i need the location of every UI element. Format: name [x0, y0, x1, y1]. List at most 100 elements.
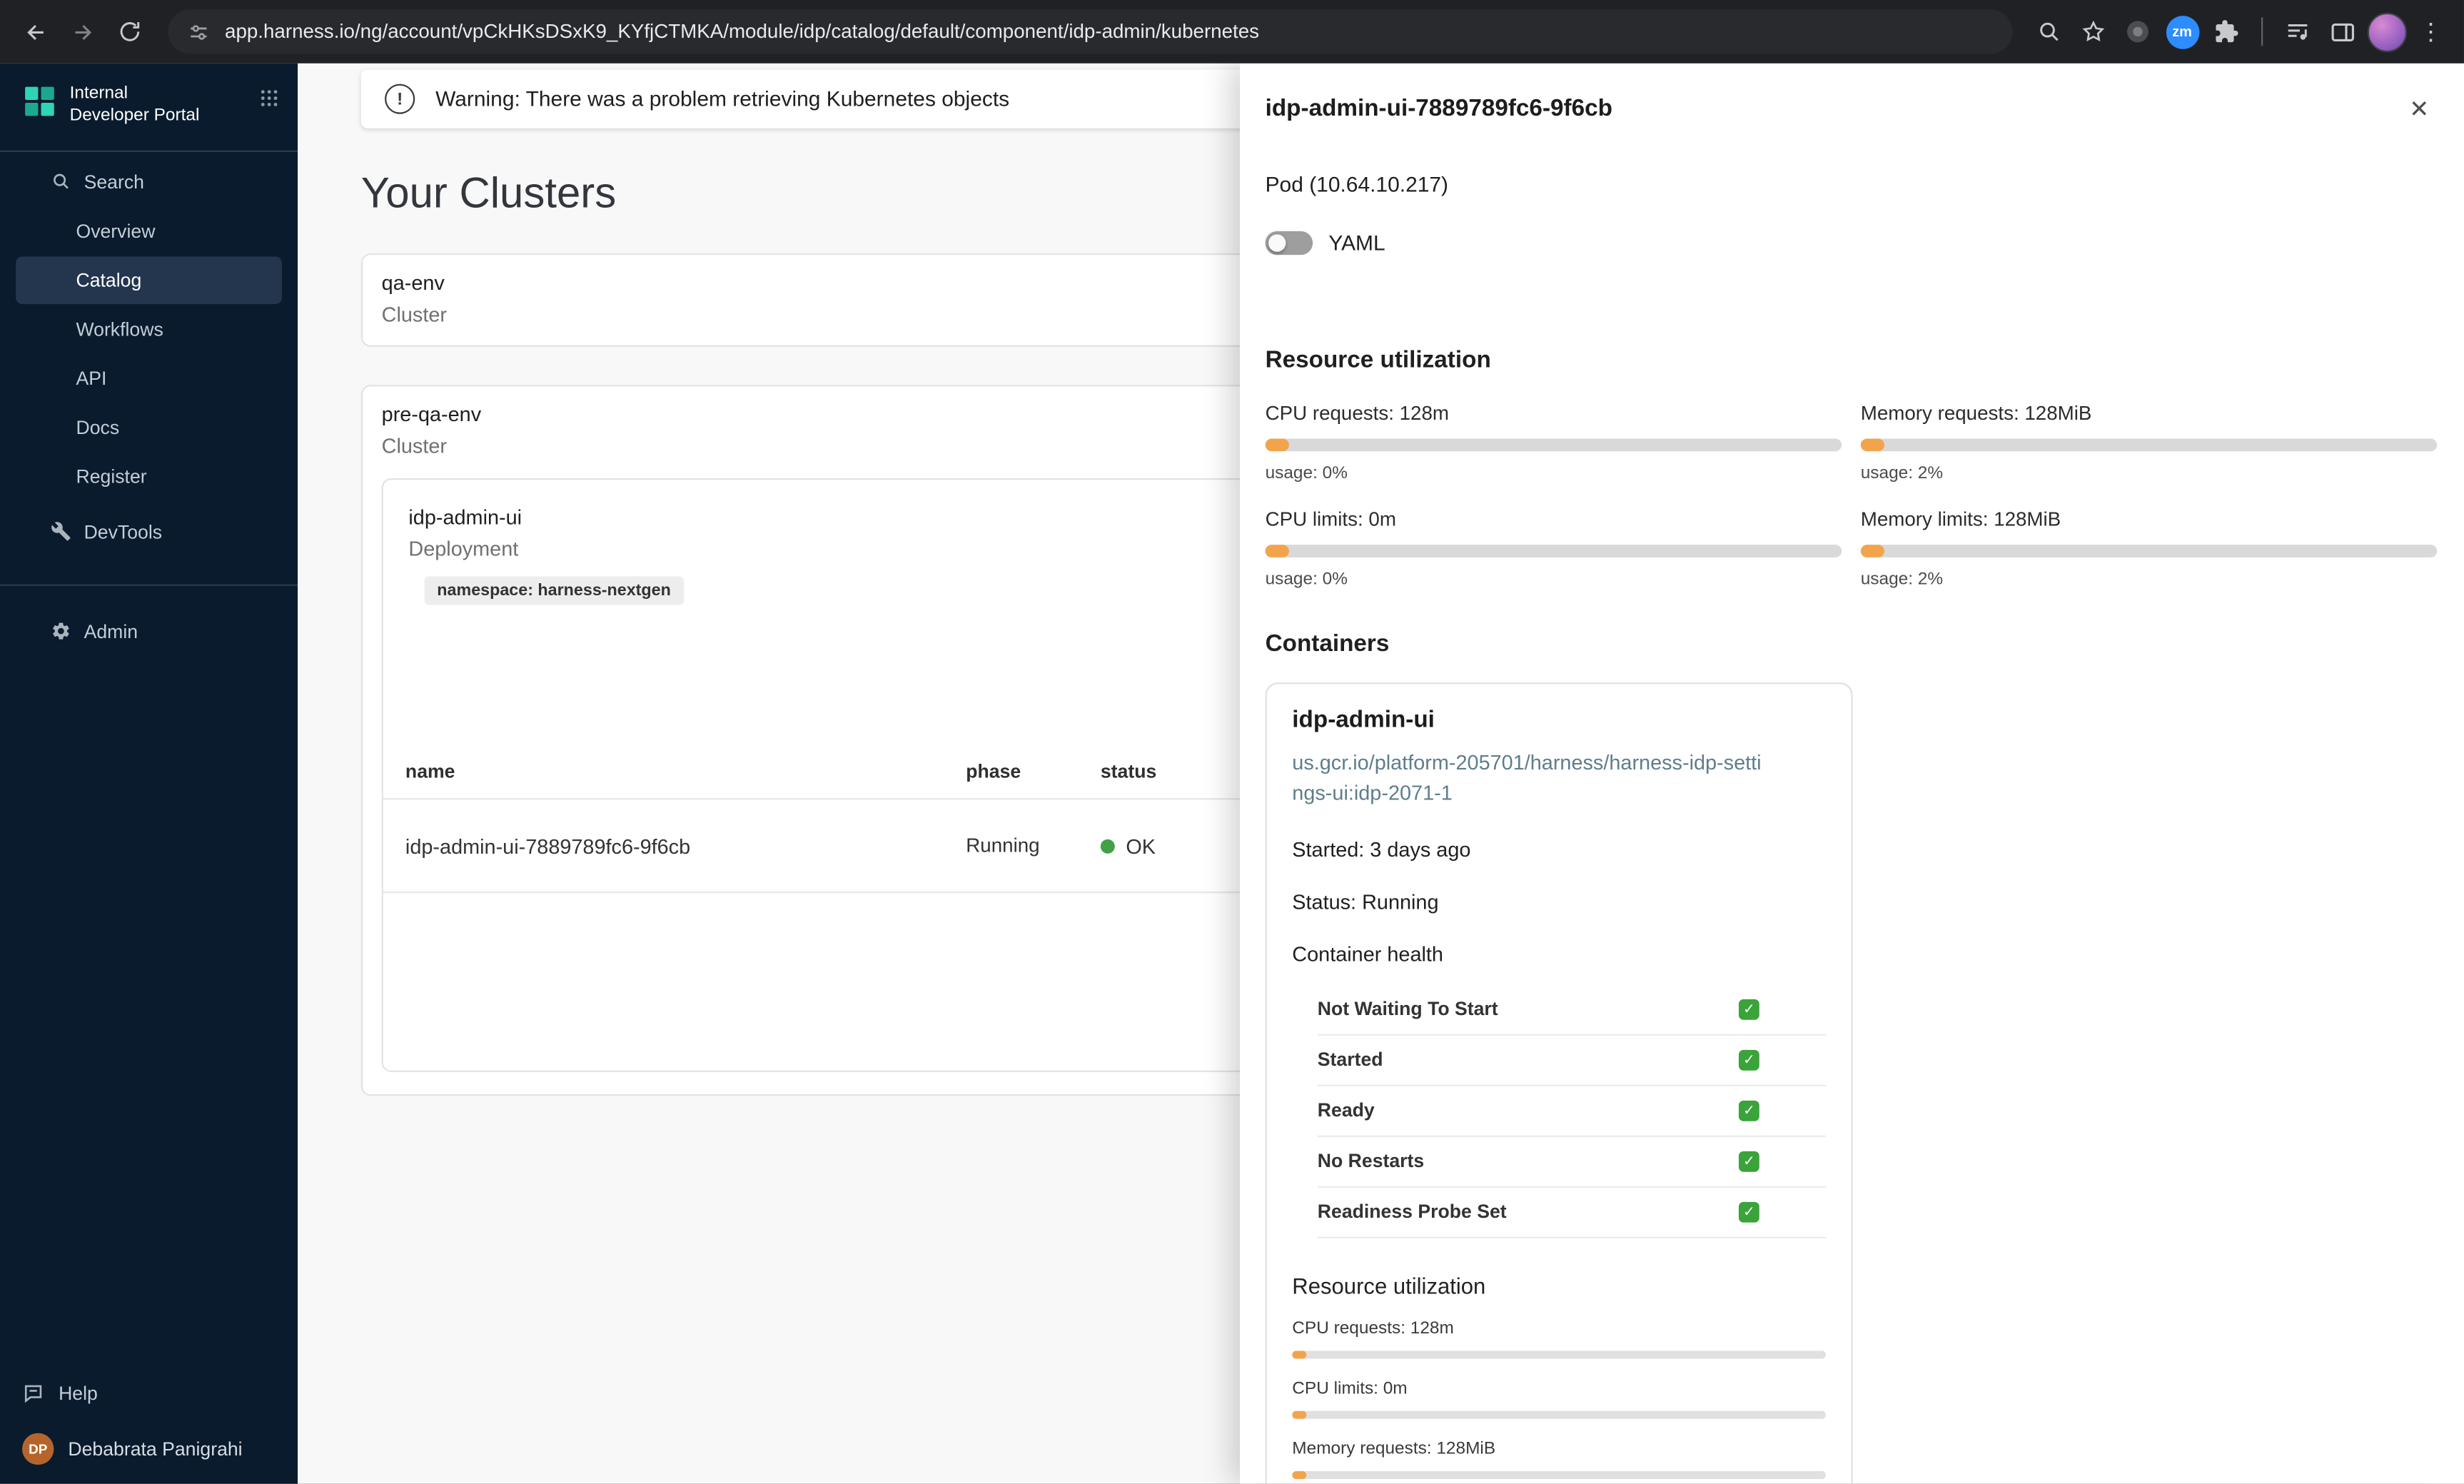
container-started: Started: 3 days ago — [1292, 837, 1471, 862]
wrench-icon — [49, 520, 71, 542]
container-health-table: Not Waiting To Start ✓ Started ✓ Ready ✓… — [1317, 984, 1826, 1238]
metric-usage: usage: 0% — [1265, 570, 1348, 590]
gear-icon — [49, 620, 71, 642]
sidebar-item-label: Docs — [76, 415, 120, 438]
resource-metrics: CPU requests: 128m usage: 0% Memory requ… — [1265, 402, 2439, 590]
sidebar-divider — [0, 149, 298, 151]
pod-name-cell: idp-admin-ui-7889789fc6-9f6cb — [405, 834, 691, 858]
metric-label: Memory limits: 128MiB — [1860, 508, 2061, 531]
toolbar-divider — [2261, 17, 2263, 46]
health-check-label: Started — [1317, 1049, 1383, 1071]
site-info-icon[interactable] — [187, 20, 211, 44]
metric-memory-requests: Memory requests: 128MiB usage: 2% — [1860, 402, 2438, 483]
health-check-label: Readiness Probe Set — [1317, 1201, 1507, 1223]
metric-cpu-requests: CPU requests: 128m usage: 0% — [1265, 402, 1842, 483]
container-card: idp-admin-ui us.gcr.io/platform-205701/h… — [1265, 682, 1853, 1484]
health-check-label: Ready — [1317, 1099, 1375, 1122]
metric-progress-bar — [1860, 545, 2438, 557]
side-panel-icon[interactable] — [2321, 11, 2363, 53]
close-icon[interactable]: ✕ — [2400, 95, 2439, 125]
browser-toolbar: app.harness.io/ng/account/vpCkHKsDSxK9_K… — [0, 0, 2464, 64]
container-metric-cpu-requests: CPU requests: 128m — [1292, 1318, 1826, 1358]
metric-progress-bar — [1860, 438, 2438, 452]
metric-memory-limits: Memory limits: 128MiB usage: 2% — [1860, 508, 2438, 590]
health-row-no-restarts: No Restarts ✓ — [1317, 1136, 1826, 1188]
sidebar-item-label: DevTools — [84, 520, 163, 542]
container-health-heading: Container health — [1292, 942, 1443, 966]
container-resource-heading: Resource utilization — [1292, 1272, 1486, 1298]
forward-icon[interactable] — [60, 9, 104, 54]
drawer-title: idp-admin-ui-7889789fc6-9f6cb — [1265, 95, 1612, 122]
sidebar-item-docs[interactable]: Docs — [16, 403, 282, 451]
metric-cpu-limits: CPU limits: 0m usage: 0% — [1265, 508, 1842, 590]
check-icon: ✓ — [1738, 1049, 1759, 1071]
user-name: Debabrata Panigrahi — [68, 1438, 243, 1460]
metric-label: Memory requests: 128MiB — [1860, 402, 2092, 425]
sidebar-item-catalog[interactable]: Catalog — [16, 256, 282, 303]
sidebar-item-overview[interactable]: Overview — [16, 207, 282, 255]
back-icon[interactable] — [13, 9, 57, 54]
container-metric-bar — [1292, 1350, 1826, 1358]
health-check-label: Not Waiting To Start — [1317, 998, 1498, 1021]
metric-label: CPU requests: 128m — [1265, 402, 1449, 425]
sidebar-item-label: Admin — [84, 620, 138, 642]
container-metric-bar — [1292, 1470, 1826, 1479]
container-metric-cpu-limits: CPU limits: 0m — [1292, 1378, 1826, 1419]
zoom-extension-label: zm — [2165, 15, 2199, 49]
metric-progress-bar — [1265, 438, 1842, 452]
screen: app.harness.io/ng/account/vpCkHKsDSxK9_K… — [0, 0, 2464, 1484]
sidebar-item-label: Overview — [76, 219, 156, 242]
containers-heading: Containers — [1265, 630, 1390, 657]
sidebar-item-workflows[interactable]: Workflows — [16, 305, 282, 353]
search-icon — [49, 170, 71, 192]
sidebar-item-devtools[interactable]: DevTools — [16, 508, 282, 555]
reload-icon[interactable] — [108, 9, 152, 54]
status-ok-label: OK — [1126, 834, 1156, 858]
health-check-label: No Restarts — [1317, 1150, 1425, 1173]
column-header-name: name — [405, 759, 455, 782]
check-icon: ✓ — [1738, 1151, 1759, 1171]
pod-phase-cell: Running — [966, 834, 1040, 857]
brand: Internal Developer Portal — [0, 64, 298, 143]
sidebar-item-search[interactable]: Search — [16, 158, 282, 206]
brand-title: Internal Developer Portal — [69, 84, 200, 125]
sidebar-item-label: Catalog — [76, 268, 142, 291]
check-icon: ✓ — [1738, 1201, 1759, 1222]
toolbar-actions: zm ⋮ — [2029, 11, 2451, 53]
url-bar[interactable]: app.harness.io/ng/account/vpCkHKsDSxK9_K… — [168, 9, 2013, 54]
metric-usage: usage: 0% — [1265, 464, 1348, 483]
url-text[interactable]: app.harness.io/ng/account/vpCkHKsDSxK9_K… — [225, 21, 1259, 43]
metric-usage: usage: 2% — [1860, 570, 1944, 590]
container-image-link[interactable]: us.gcr.io/platform-205701/harness/harnes… — [1292, 749, 1767, 809]
yaml-toggle-label: YAML — [1328, 231, 1385, 256]
menu-kebab-icon[interactable]: ⋮ — [2410, 11, 2452, 53]
health-row-started: Started ✓ — [1317, 1035, 1826, 1086]
metric-usage: usage: 2% — [1860, 464, 1944, 483]
sidebar-item-label: Search — [84, 170, 144, 193]
container-status: Status: Running — [1292, 889, 1439, 914]
pod-subtitle: Pod (10.64.10.217) — [1265, 172, 1449, 197]
sidebar-item-register[interactable]: Register — [16, 452, 282, 500]
sidebar-item-api[interactable]: API — [16, 354, 282, 402]
sidebar-item-label: Workflows — [76, 317, 163, 340]
search-icon[interactable] — [2029, 11, 2070, 53]
media-controls-icon[interactable] — [2277, 11, 2318, 53]
sidebar-footer: Help DP Debabrata Panigrahi — [0, 1357, 298, 1483]
sidebar-divider — [0, 583, 298, 585]
health-row-ready: Ready ✓ — [1317, 1086, 1826, 1137]
apps-grid-icon[interactable] — [260, 89, 279, 108]
user-profile[interactable]: DP Debabrata Panigrahi — [22, 1433, 276, 1465]
profile-avatar[interactable] — [2365, 11, 2407, 53]
bookmark-star-icon[interactable] — [2073, 11, 2114, 53]
sidebar-item-help[interactable]: Help — [22, 1373, 276, 1414]
extension-icon[interactable] — [2117, 11, 2158, 53]
zoom-extension-badge[interactable]: zm — [2161, 11, 2203, 53]
sidebar-item-admin[interactable]: Admin — [16, 607, 282, 655]
yaml-toggle[interactable] — [1265, 231, 1313, 256]
container-metric-label: CPU limits: 0m — [1292, 1378, 1408, 1398]
container-metric-memory-requests: Memory requests: 128MiB — [1292, 1439, 1826, 1479]
column-header-phase: phase — [966, 759, 1021, 782]
check-icon: ✓ — [1738, 999, 1759, 1020]
extensions-puzzle-icon[interactable] — [2206, 11, 2247, 53]
warning-icon: ! — [385, 84, 415, 114]
